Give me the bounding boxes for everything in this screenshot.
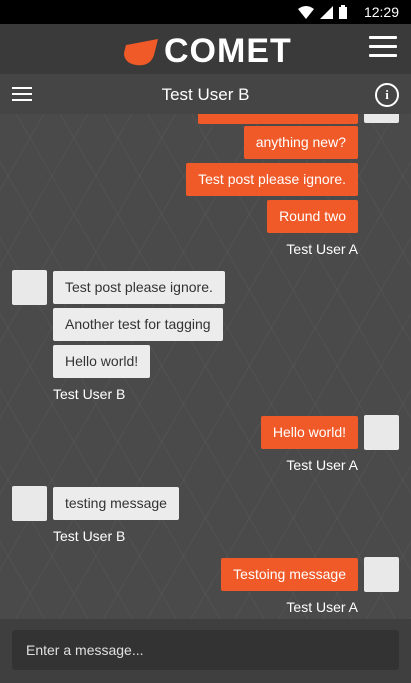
main-menu-button[interactable] [369,36,397,60]
logo-text: COMET [164,32,292,70]
avatar [12,486,47,521]
avatar [364,415,399,450]
info-icon[interactable]: i [375,83,399,107]
status-time: 12:29 [363,4,399,20]
status-icons [298,5,347,19]
message-bubble-out: anything new? [243,126,358,159]
sender-name: Test User B [53,386,126,402]
comet-logo-icon [124,38,158,65]
wifi-icon [298,5,314,19]
message-bubble-out: Hello world! [260,416,358,449]
composer-bar [0,619,411,683]
conversation-title: Test User B [161,85,250,104]
signal-icon [320,5,333,19]
battery-icon [339,5,347,19]
message-bubble-in: Hello world! [53,345,151,378]
message-input[interactable] [12,630,399,670]
avatar [12,270,47,305]
sender-name: Test User B [53,528,126,544]
conversation-header: Test User B i [0,74,411,114]
message-bubble-out: Round two [267,200,358,233]
message-bubble-in: Another test for tagging [53,308,223,341]
sender-name: Test User A [286,241,358,257]
message-bubble-out [198,114,358,124]
message-bubble-out: Test post please ignore. [186,163,358,196]
comet-logo: COMET [120,32,292,71]
sender-name: Test User A [286,457,358,473]
avatar [364,557,399,592]
message-bubble-out: Testoing message [221,558,358,591]
sender-name: Test User A [286,599,358,615]
avatar [364,114,399,123]
message-list[interactable]: anything new? Test post please ignore. R… [0,114,411,619]
app-header: COMET [0,24,411,74]
status-bar: 12:29 [0,0,411,24]
message-bubble-in: Test post please ignore. [53,271,225,304]
message-bubble-in: testing message [53,487,179,520]
